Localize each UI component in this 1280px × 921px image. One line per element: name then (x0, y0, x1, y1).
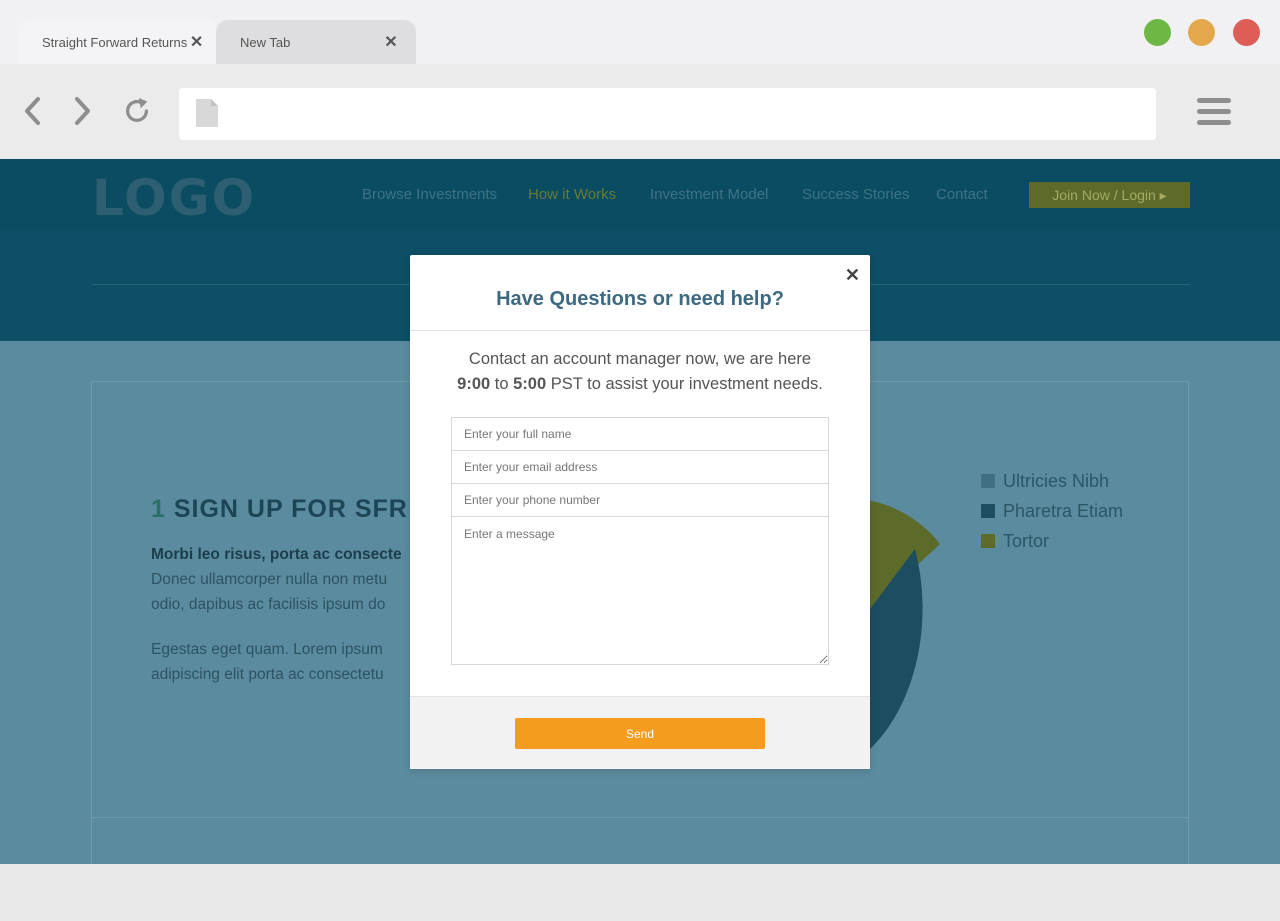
tab-close-icon[interactable]: ✕ (187, 32, 206, 52)
hamburger-menu-icon[interactable] (1197, 98, 1231, 128)
browser-tab-bar: Straight Forward Returns ✕ New Tab ✕ (0, 0, 1280, 64)
paragraph-1-text: Donec ullamcorper nulla non metu odio, d… (151, 571, 388, 613)
hours-start: 9:00 (457, 375, 491, 393)
site-logo[interactable]: LOGO (92, 169, 256, 227)
legend-label: Ultricies Nibh (1003, 470, 1110, 491)
tab-straight-forward-returns[interactable]: Straight Forward Returns ✕ (18, 20, 218, 64)
email-field[interactable] (451, 450, 829, 484)
legend-item: Pharetra Etiam (981, 496, 1123, 526)
hours-to: to (494, 375, 509, 393)
section-title-text: SIGN UP FOR SFR (173, 495, 408, 523)
legend-label: Tortor (1003, 530, 1050, 551)
modal-title: Have Questions or need help? (496, 288, 784, 310)
full-name-field[interactable] (451, 417, 829, 451)
nav-contact[interactable]: Contact (936, 186, 988, 203)
nav-success-stories[interactable]: Success Stories (802, 186, 910, 203)
hours-end: 5:00 (513, 375, 547, 393)
nav-how-it-works[interactable]: How it Works (528, 186, 616, 203)
phone-field[interactable] (451, 483, 829, 517)
send-button[interactable]: Send (515, 718, 765, 749)
legend-swatch (981, 504, 995, 518)
paragraph-2: Egestas eget quam. Lorem ipsum adipiscin… (151, 641, 384, 683)
section-heading: 1 SIGN UP FOR SFR (151, 495, 408, 524)
site-header: LOGO Browse Investments How it Works Inv… (0, 159, 1280, 231)
modal-footer: Send (410, 696, 870, 769)
tab-label: New Tab (240, 34, 291, 50)
nav-investment-model[interactable]: Investment Model (650, 186, 768, 203)
contact-modal: ✕ Have Questions or need help? Contact a… (410, 255, 870, 769)
browser-toolbar (0, 64, 1280, 159)
modal-description: Contact an account manager now, we are h… (410, 347, 870, 397)
chevron-left-icon (25, 97, 40, 125)
paragraph-1: Morbi leo risus, porta ac consecte Donec… (151, 542, 411, 617)
chevron-right-icon (75, 97, 90, 125)
tab-label: Straight Forward Returns (42, 34, 188, 50)
window-close-button[interactable] (1233, 19, 1260, 46)
join-login-button[interactable]: Join Now / Login ▸ (1029, 182, 1190, 208)
modal-divider (410, 330, 870, 331)
legend-label: Pharetra Etiam (1003, 500, 1124, 521)
step-number: 1 (151, 495, 166, 523)
tab-close-icon[interactable]: ✕ (378, 32, 404, 52)
tab-new-tab[interactable]: New Tab ✕ (216, 20, 416, 64)
paragraph-1-bold: Morbi leo risus, porta ac consecte (151, 546, 402, 563)
content-divider (91, 817, 1189, 818)
modal-text-line1: Contact an account manager now, we are h… (468, 350, 812, 368)
legend-swatch (981, 534, 995, 548)
legend-item: Tortor (981, 526, 1123, 556)
reload-icon (125, 97, 149, 122)
message-field[interactable] (451, 516, 829, 665)
legend-swatch (981, 474, 995, 488)
page-icon (196, 99, 218, 127)
address-bar[interactable] (179, 88, 1156, 140)
nav-browse-investments[interactable]: Browse Investments (362, 186, 497, 203)
window-maximize-button[interactable] (1144, 19, 1171, 46)
forward-button[interactable] (67, 94, 97, 128)
chart-legend: Ultricies Nibh Pharetra Etiam Tortor (981, 466, 1123, 556)
back-button[interactable] (18, 94, 48, 128)
modal-text-line2: PST to assist your investment needs. (550, 375, 823, 393)
close-icon[interactable]: ✕ (845, 265, 860, 286)
window-minimize-button[interactable] (1188, 19, 1215, 46)
legend-item: Ultricies Nibh (981, 466, 1123, 496)
reload-button[interactable] (122, 94, 152, 128)
